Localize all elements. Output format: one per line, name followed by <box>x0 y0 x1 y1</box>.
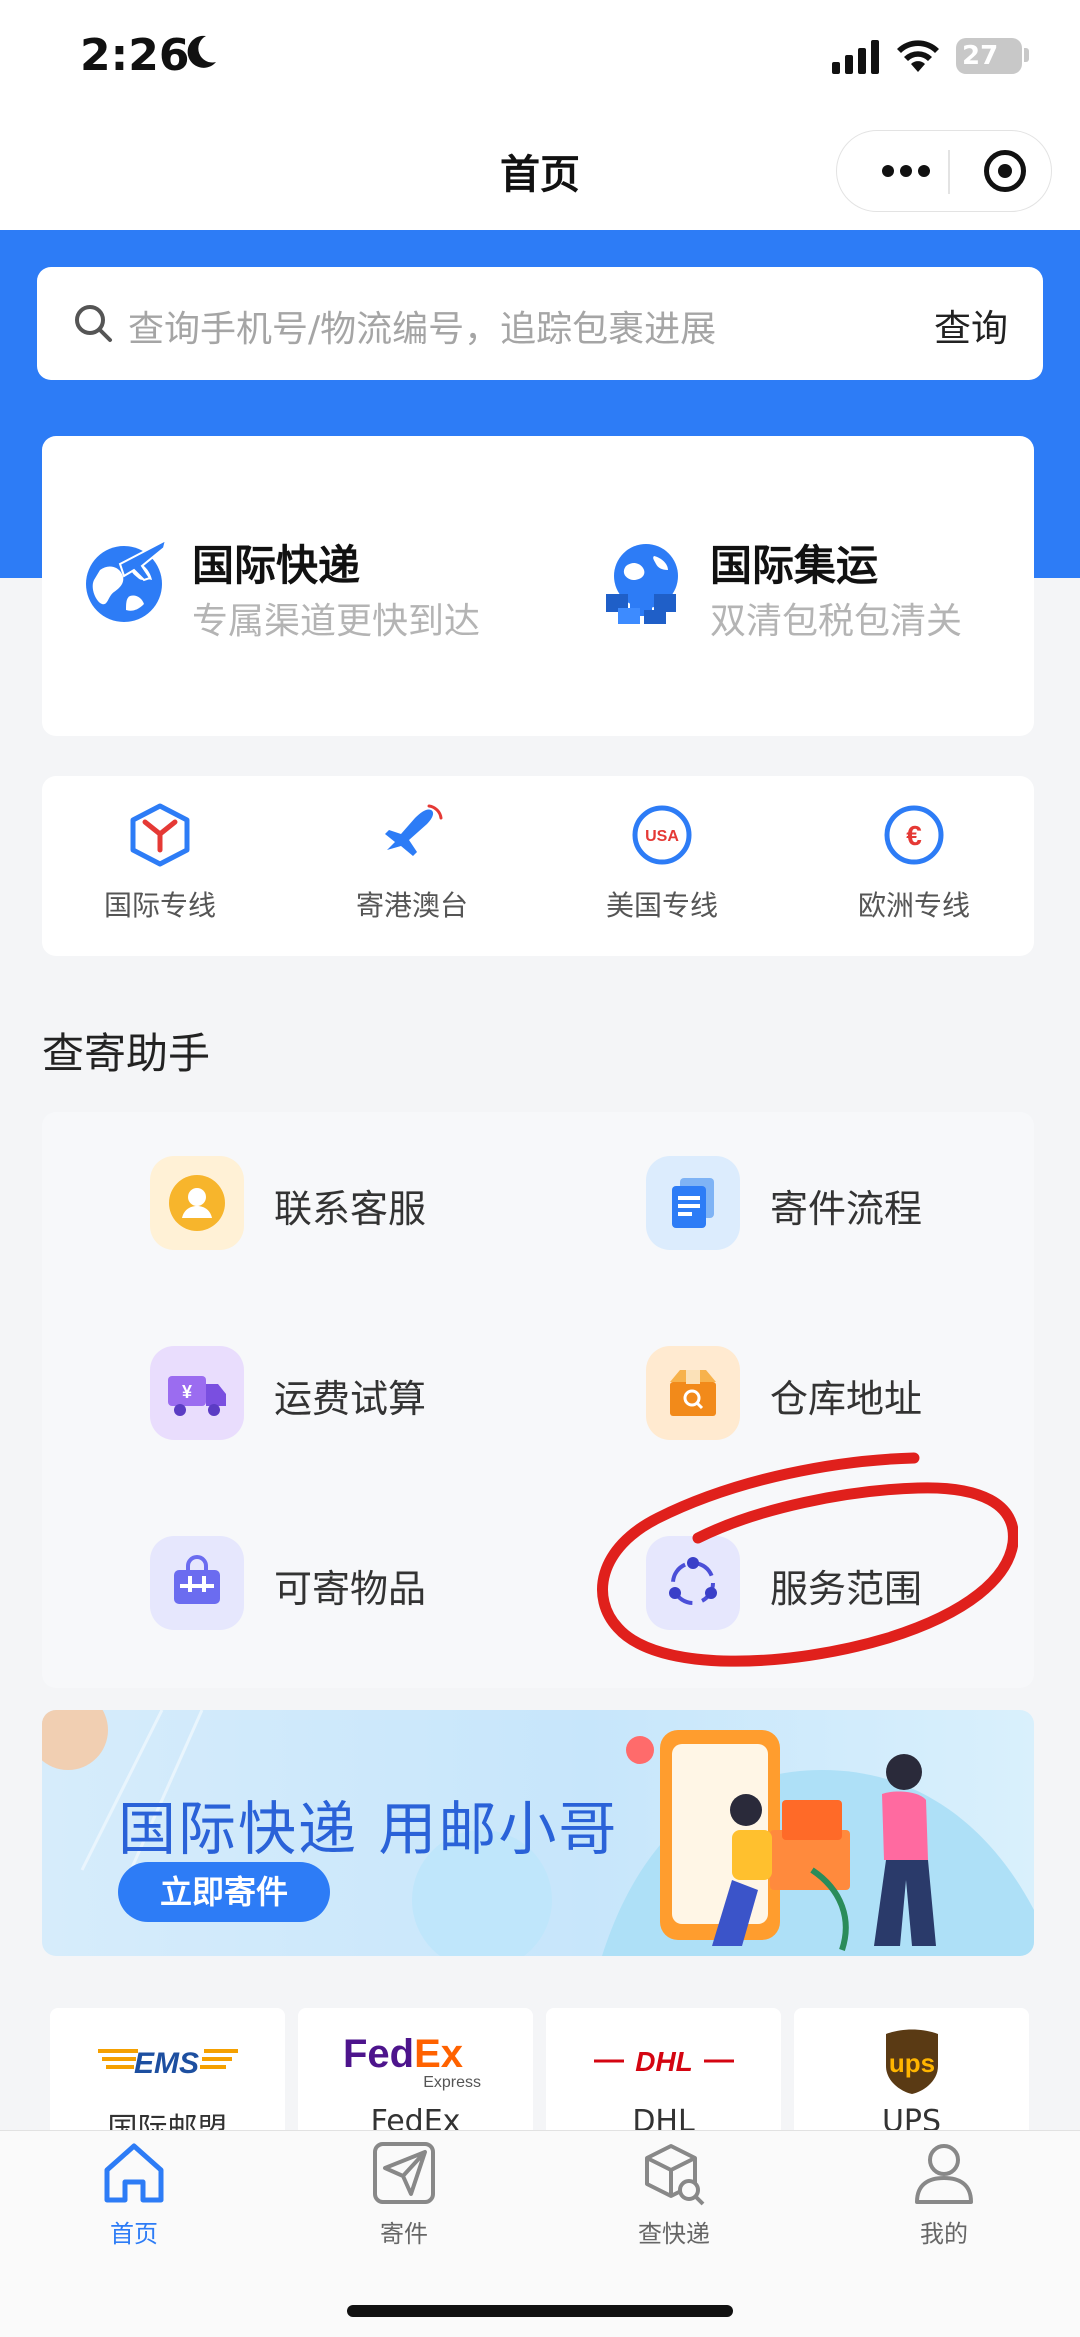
helper-section-title: 查寄助手 <box>42 1029 211 1078</box>
helper-item-shippable-items[interactable]: 可寄物品 <box>150 1536 530 1630</box>
globe-plane-icon <box>86 538 168 622</box>
battery-indicator: 27 <box>956 38 1022 74</box>
helper-item-warehouse-address[interactable]: 仓库地址 <box>646 1346 1026 1440</box>
svg-text:ups: ups <box>888 2048 934 2078</box>
warehouse-icon <box>646 1346 740 1440</box>
quick-line-hk-macao-tw[interactable]: 寄港澳台 <box>292 800 532 924</box>
helper-item-label: 仓库地址 <box>770 1377 923 1421</box>
battery-level: 27 <box>962 41 999 71</box>
usa-badge-icon: USA <box>632 805 692 865</box>
svg-text:Express: Express <box>423 2074 481 2091</box>
service-icon <box>150 1156 244 1250</box>
carrier-dhl[interactable]: DHL DHL <box>546 2008 781 2140</box>
quick-line-label: 寄港澳台 <box>355 889 468 922</box>
carrier-fedex[interactable]: FedEx Express FedEx <box>298 2008 533 2140</box>
carrier-ups[interactable]: ups UPS <box>794 2008 1029 2140</box>
home-indicator <box>347 2305 733 2317</box>
ems-logo: EMS <box>50 2028 285 2094</box>
svg-text:FedEx: FedEx <box>343 2032 463 2076</box>
search-input[interactable]: 查询手机号/物流编号，追踪包裹进展 <box>128 300 716 352</box>
bag-icon <box>150 1536 244 1630</box>
helper-item-contact-service[interactable]: 联系客服 <box>150 1156 530 1250</box>
box-icon <box>130 803 190 867</box>
tab-label: 查快递 <box>638 2220 710 2248</box>
capsule-divider <box>948 150 950 194</box>
feature-intl-consolidation[interactable]: 国际集运 双清包税包清关 <box>600 532 1020 652</box>
status-time: 2:26 <box>80 30 190 81</box>
tab-track[interactable]: 查快递 <box>574 2138 774 2249</box>
feature-title: 国际快递 <box>192 541 361 590</box>
document-icon <box>646 1156 740 1250</box>
quick-line-usa[interactable]: USA 美国专线 <box>542 800 782 924</box>
helper-item-label: 联系客服 <box>274 1187 427 1231</box>
tab-profile[interactable]: 我的 <box>844 2138 1044 2249</box>
search-icon <box>75 305 112 342</box>
banner-title: 国际快递 用邮小哥 <box>118 1795 619 1863</box>
svg-text:USA: USA <box>645 828 679 845</box>
helper-item-label: 可寄物品 <box>274 1567 427 1611</box>
dhl-logo: DHL <box>546 2028 781 2094</box>
globe-boxes-icon <box>606 544 678 624</box>
profile-icon <box>915 2144 973 2204</box>
euro-icon: € <box>884 805 944 865</box>
tab-send[interactable]: 寄件 <box>304 2138 504 2249</box>
home-icon <box>104 2143 164 2203</box>
annotation-circle <box>597 1452 1018 1667</box>
quick-line-label: 国际专线 <box>103 889 216 922</box>
helper-item-label: 寄件流程 <box>770 1187 923 1231</box>
more-icon[interactable] <box>866 140 946 202</box>
helper-item-shipping-process[interactable]: 寄件流程 <box>646 1156 1026 1250</box>
svg-text:¥: ¥ <box>182 1382 192 1402</box>
carrier-logo-text: EMS <box>134 2047 199 2080</box>
feature-subtitle: 双清包税包清关 <box>710 601 963 642</box>
tab-label: 寄件 <box>380 2220 428 2248</box>
helper-item-label: 运费试算 <box>274 1377 427 1421</box>
close-target-icon[interactable] <box>984 150 1026 192</box>
send-icon <box>373 2142 435 2204</box>
svg-text:DHL: DHL <box>635 2046 693 2077</box>
fedex-logo: FedEx Express <box>298 2028 533 2094</box>
helper-item-freight-calc[interactable]: ¥ 运费试算 <box>150 1346 530 1440</box>
ship-now-button[interactable]: 立即寄件 <box>118 1862 330 1922</box>
tab-label: 我的 <box>920 2220 968 2248</box>
feature-subtitle: 专属渠道更快到达 <box>192 601 481 642</box>
battery-tip <box>1024 48 1029 62</box>
wifi-icon <box>897 40 939 72</box>
tab-home[interactable]: 首页 <box>34 2138 234 2249</box>
svg-text:€: € <box>906 820 922 851</box>
quick-line-europe[interactable]: € 欧洲专线 <box>794 800 1034 924</box>
feature-intl-express[interactable]: 国际快递 专属渠道更快到达 <box>80 532 520 652</box>
ups-logo: ups <box>794 2028 1029 2094</box>
quick-line-intl[interactable]: 国际专线 <box>40 800 280 924</box>
carrier-ems[interactable]: EMS 国际邮盟 <box>50 2008 285 2140</box>
plane-icon <box>385 804 443 856</box>
quick-line-label: 美国专线 <box>605 889 718 922</box>
moon-icon <box>187 35 216 68</box>
signal-icon <box>832 40 879 74</box>
search-button[interactable]: 查询 <box>934 298 1008 352</box>
tab-label: 首页 <box>110 2220 158 2248</box>
truck-icon: ¥ <box>150 1346 244 1440</box>
track-icon <box>645 2144 705 2206</box>
quick-line-label: 欧洲专线 <box>857 889 970 922</box>
feature-title: 国际集运 <box>710 541 879 590</box>
